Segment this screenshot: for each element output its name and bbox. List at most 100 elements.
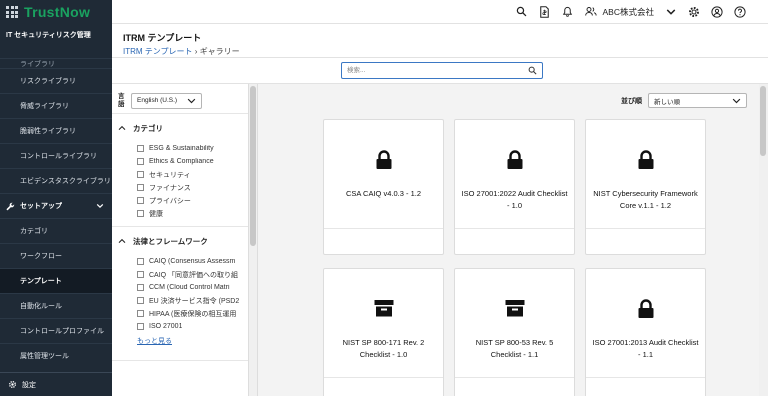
option-label: ESG & Sustainability bbox=[149, 145, 214, 152]
company-name[interactable]: ABC株式会社 bbox=[603, 6, 654, 18]
breadcrumb-current: ギャラリー bbox=[199, 47, 240, 56]
framework-option[interactable]: CAIQ 「同意評価への取り組 bbox=[112, 268, 248, 281]
search-icon[interactable] bbox=[516, 6, 528, 18]
sort-select[interactable]: 新しい順 bbox=[648, 93, 747, 108]
search-input[interactable] bbox=[342, 63, 522, 78]
category-option[interactable]: セキュリティ bbox=[112, 168, 248, 181]
card-icon-wrap bbox=[586, 299, 705, 319]
show-more-link[interactable]: もっと見る bbox=[112, 336, 248, 346]
lock-icon bbox=[507, 150, 522, 169]
option-label: CAIQ 「同意評価への取り組 bbox=[149, 271, 239, 279]
sidebar-item-evidence-task-library[interactable]: エビデンスタスクライブラリ bbox=[0, 168, 112, 193]
framework-option[interactable]: EU 決済サービス指令 (PSD2 bbox=[112, 294, 248, 307]
category-option[interactable]: ESG & Sustainability bbox=[112, 142, 248, 155]
sidebar-item-attribute-manager[interactable]: 属性管理ツール bbox=[0, 343, 112, 368]
template-card[interactable]: NIST Cybersecurity Framework Core v.1.1 … bbox=[585, 119, 706, 255]
option-label: CAIQ (Consensus Assessm bbox=[149, 258, 236, 265]
template-card[interactable]: ISO 27001:2013 Audit Checklist - 1.1 bbox=[585, 268, 706, 396]
card-icon-wrap bbox=[586, 150, 705, 170]
sidebar-item-category[interactable]: カテゴリ bbox=[0, 218, 112, 243]
sidebar-item-threat-library[interactable]: 脅威ライブラリ bbox=[0, 93, 112, 118]
scrollbar-thumb[interactable] bbox=[250, 86, 256, 246]
checkbox[interactable] bbox=[137, 297, 144, 304]
lock-icon bbox=[638, 299, 653, 318]
template-card[interactable]: NIST SP 800-171 Rev. 2 Checklist - 1.0 bbox=[323, 268, 444, 396]
template-card[interactable]: NIST SP 800-53 Rev. 5 Checklist - 1.1 bbox=[454, 268, 575, 396]
app-launcher-icon[interactable] bbox=[6, 6, 18, 18]
sidebar-item-automation-rules[interactable]: 自動化ルール bbox=[0, 293, 112, 318]
archive-icon bbox=[505, 300, 524, 317]
card-icon-wrap bbox=[324, 299, 443, 317]
checkbox[interactable] bbox=[137, 145, 144, 152]
page-header: ITRM テンプレート ITRM テンプレート › ギャラリー bbox=[112, 24, 768, 58]
chevron-up-icon bbox=[118, 238, 126, 244]
category-option[interactable]: Ethics & Compliance bbox=[112, 155, 248, 168]
sidebar-group-setup[interactable]: セットアップ bbox=[0, 193, 112, 218]
template-card[interactable]: CSA CAIQ v4.0.3 - 1.2 bbox=[323, 119, 444, 255]
language-select[interactable]: English (U.S.) bbox=[131, 92, 202, 109]
sort-label: 並び順 bbox=[621, 97, 642, 105]
card-footer bbox=[455, 228, 574, 229]
filter-scrollbar[interactable] bbox=[249, 84, 258, 396]
chevron-down-icon[interactable] bbox=[665, 6, 677, 18]
option-label: ファイナンス bbox=[149, 184, 191, 192]
template-gallery: 並び順 新しい順 CSA CAIQ v4.0.3 - 1.2 ISO 27001… bbox=[259, 84, 759, 396]
sort-value: 新しい順 bbox=[654, 98, 680, 106]
category-option[interactable]: ファイナンス bbox=[112, 181, 248, 194]
checkbox[interactable] bbox=[137, 210, 144, 217]
chevron-down-icon bbox=[187, 98, 196, 103]
sidebar-item-control-library[interactable]: コントロールライブラリ bbox=[0, 143, 112, 168]
gear-icon[interactable] bbox=[688, 6, 700, 18]
card-icon-wrap bbox=[455, 299, 574, 317]
document-dollar-icon[interactable] bbox=[539, 5, 551, 18]
checkbox[interactable] bbox=[137, 323, 144, 330]
template-card[interactable]: ISO 27001:2022 Audit Checklist - 1.0 bbox=[454, 119, 575, 255]
sidebar-item-template[interactable]: テンプレート bbox=[0, 268, 112, 293]
option-label: HIPAA (医療保険の相互運用 bbox=[149, 310, 237, 318]
checkbox[interactable] bbox=[137, 310, 144, 317]
search-icon[interactable] bbox=[528, 66, 537, 75]
scrollbar-thumb[interactable] bbox=[760, 86, 766, 156]
sidebar-item-library[interactable]: ライブラリ bbox=[0, 58, 112, 68]
main-scrollbar[interactable] bbox=[759, 84, 768, 396]
framework-section-header[interactable]: 法律とフレームワーク bbox=[112, 227, 248, 255]
framework-option[interactable]: ISO 27001 bbox=[112, 320, 248, 333]
chevron-up-icon bbox=[118, 125, 126, 131]
framework-option[interactable]: HIPAA (医療保険の相互運用 bbox=[112, 307, 248, 320]
checkbox[interactable] bbox=[137, 158, 144, 165]
checkbox[interactable] bbox=[137, 258, 144, 265]
card-title: ISO 27001:2013 Audit Checklist - 1.1 bbox=[592, 338, 699, 359]
card-footer bbox=[324, 377, 443, 378]
help-icon[interactable] bbox=[734, 5, 746, 18]
card-icon-wrap bbox=[455, 150, 574, 170]
org-name: IT セキュリティリスク管理 bbox=[6, 32, 91, 39]
search-row bbox=[112, 58, 768, 84]
sidebar-item-settings[interactable]: 設定 bbox=[0, 372, 112, 396]
card-title: NIST Cybersecurity Framework Core v.1.1 … bbox=[593, 189, 698, 210]
language-value: English (U.S.) bbox=[137, 97, 178, 104]
sidebar-item-vulnerability-library[interactable]: 脆弱性ライブラリ bbox=[0, 118, 112, 143]
checkbox[interactable] bbox=[137, 271, 144, 278]
chevron-down-icon bbox=[732, 98, 741, 103]
framework-option[interactable]: CAIQ (Consensus Assessm bbox=[112, 255, 248, 268]
sidebar: TrustNow IT セキュリティリスク管理 ライブラリ リスクライブラリ 脅… bbox=[0, 0, 112, 396]
bell-icon[interactable] bbox=[562, 6, 574, 18]
framework-option[interactable]: CCM (Cloud Control Matri bbox=[112, 281, 248, 294]
breadcrumb-link[interactable]: ITRM テンプレート bbox=[123, 47, 193, 56]
category-option[interactable]: プライバシー bbox=[112, 194, 248, 207]
checkbox[interactable] bbox=[137, 184, 144, 191]
category-section-header[interactable]: カテゴリ bbox=[112, 114, 248, 142]
users-icon[interactable] bbox=[584, 6, 597, 18]
sidebar-item-risk-library[interactable]: リスクライブラリ bbox=[0, 68, 112, 93]
checkbox[interactable] bbox=[137, 171, 144, 178]
sidebar-item-control-profile[interactable]: コントロールプロファイル bbox=[0, 318, 112, 343]
card-footer bbox=[586, 377, 705, 378]
sidebar-item-workflow[interactable]: ワークフロー bbox=[0, 243, 112, 268]
checkbox[interactable] bbox=[137, 284, 144, 291]
option-label: CCM (Cloud Control Matri bbox=[149, 284, 230, 291]
checkbox[interactable] bbox=[137, 197, 144, 204]
option-label: EU 決済サービス指令 (PSD2 bbox=[149, 297, 240, 305]
card-title: ISO 27001:2022 Audit Checklist - 1.0 bbox=[461, 189, 568, 210]
user-circle-icon[interactable] bbox=[711, 5, 723, 18]
category-option[interactable]: 健康 bbox=[112, 207, 248, 220]
